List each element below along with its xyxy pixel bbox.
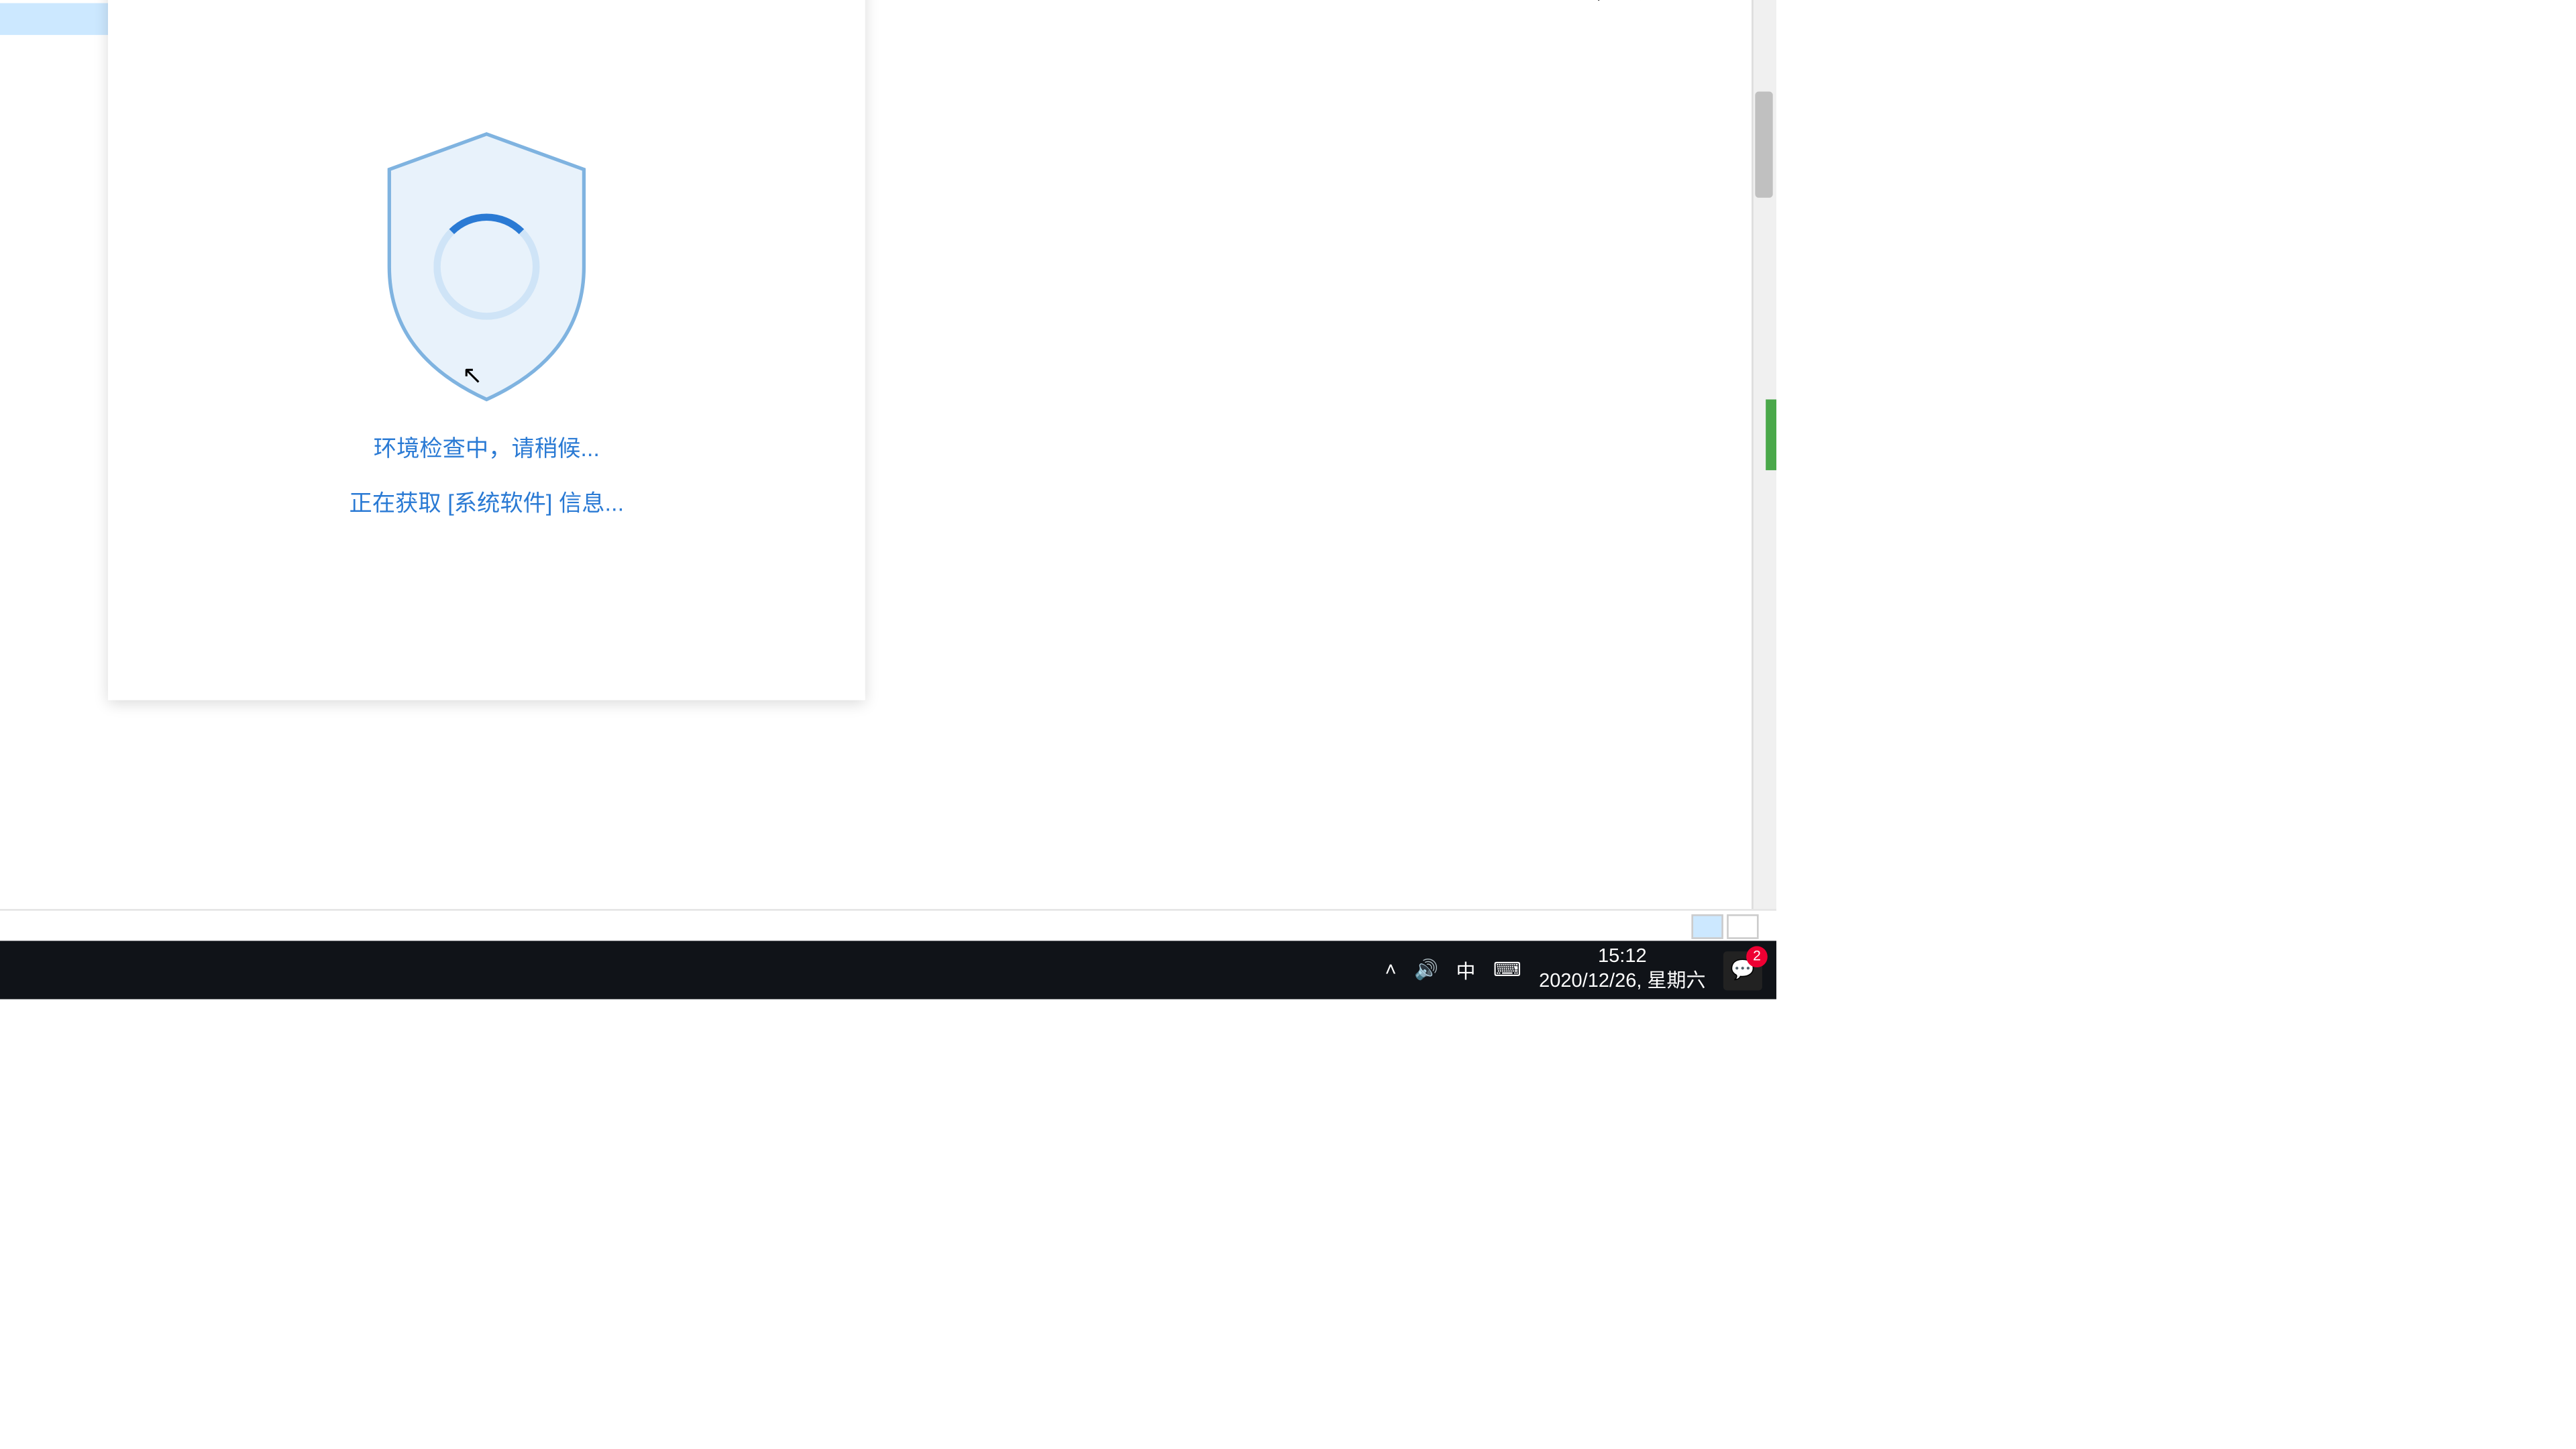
file-row[interactable]: 📝光盘说明.TXT [0, 35, 110, 66]
volume-icon[interactable]: 🔊 [1414, 959, 1438, 981]
status-bar: 12 个项目 选中 1 个项目 27.6 MB [0, 909, 1776, 941]
taskbar: ⊞ 🔍 ⧉ 📁 🌐 ˄ 🔊 中 ⌨ 15:12 2020/12/26, 星期六 … [0, 941, 1776, 999]
ime-indicator[interactable]: 中 [1456, 956, 1475, 984]
shield-icon [363, 125, 610, 409]
installer-dialog: 🐎 云骑士 装机大师 www.yunqishi.net 联系客服 ≡ — ✕ 🔋… [108, 0, 865, 700]
details-pane: 本地硬盘安装.exe 应用程序 🌐 修改日期:2020/10/12, 星期一 1… [1398, 0, 1752, 9]
details-row: 创建日期:2020/12/26, 星期六 15:11 [1398, 0, 1752, 5]
scrollbar-thumb[interactable] [1755, 92, 1772, 198]
clock[interactable]: 15:12 2020/12/26, 星期六 [1539, 947, 1705, 994]
view-details-button[interactable] [1691, 914, 1723, 938]
notification-button[interactable]: 💬2 [1723, 951, 1762, 989]
file-row[interactable]: 🔵本地硬盘安装.exe [0, 3, 110, 35]
dialog-status-1: 环境检查中，请稍候... [374, 429, 600, 463]
tray-expand-icon[interactable]: ˄ [1385, 959, 1397, 981]
view-large-button[interactable] [1727, 914, 1758, 938]
file-row[interactable]: 🌐硬盘安装教程.html [0, 67, 110, 99]
loading-spinner-icon [433, 214, 539, 320]
dialog-body: 环境检查中，请稍候... 正在获取 [系统软件] 信息... [108, 0, 865, 702]
keyboard-icon[interactable]: ⌨ [1493, 959, 1521, 981]
dialog-status-2: 正在获取 [系统软件] 信息... [350, 484, 625, 518]
pane-collapse-handle[interactable] [1766, 399, 1776, 470]
file-list: 名称 修改日期 类型 大小 📁Tools📁U盘安装教程🟢AUTORUN.EXE🟢… [0, 0, 117, 941]
